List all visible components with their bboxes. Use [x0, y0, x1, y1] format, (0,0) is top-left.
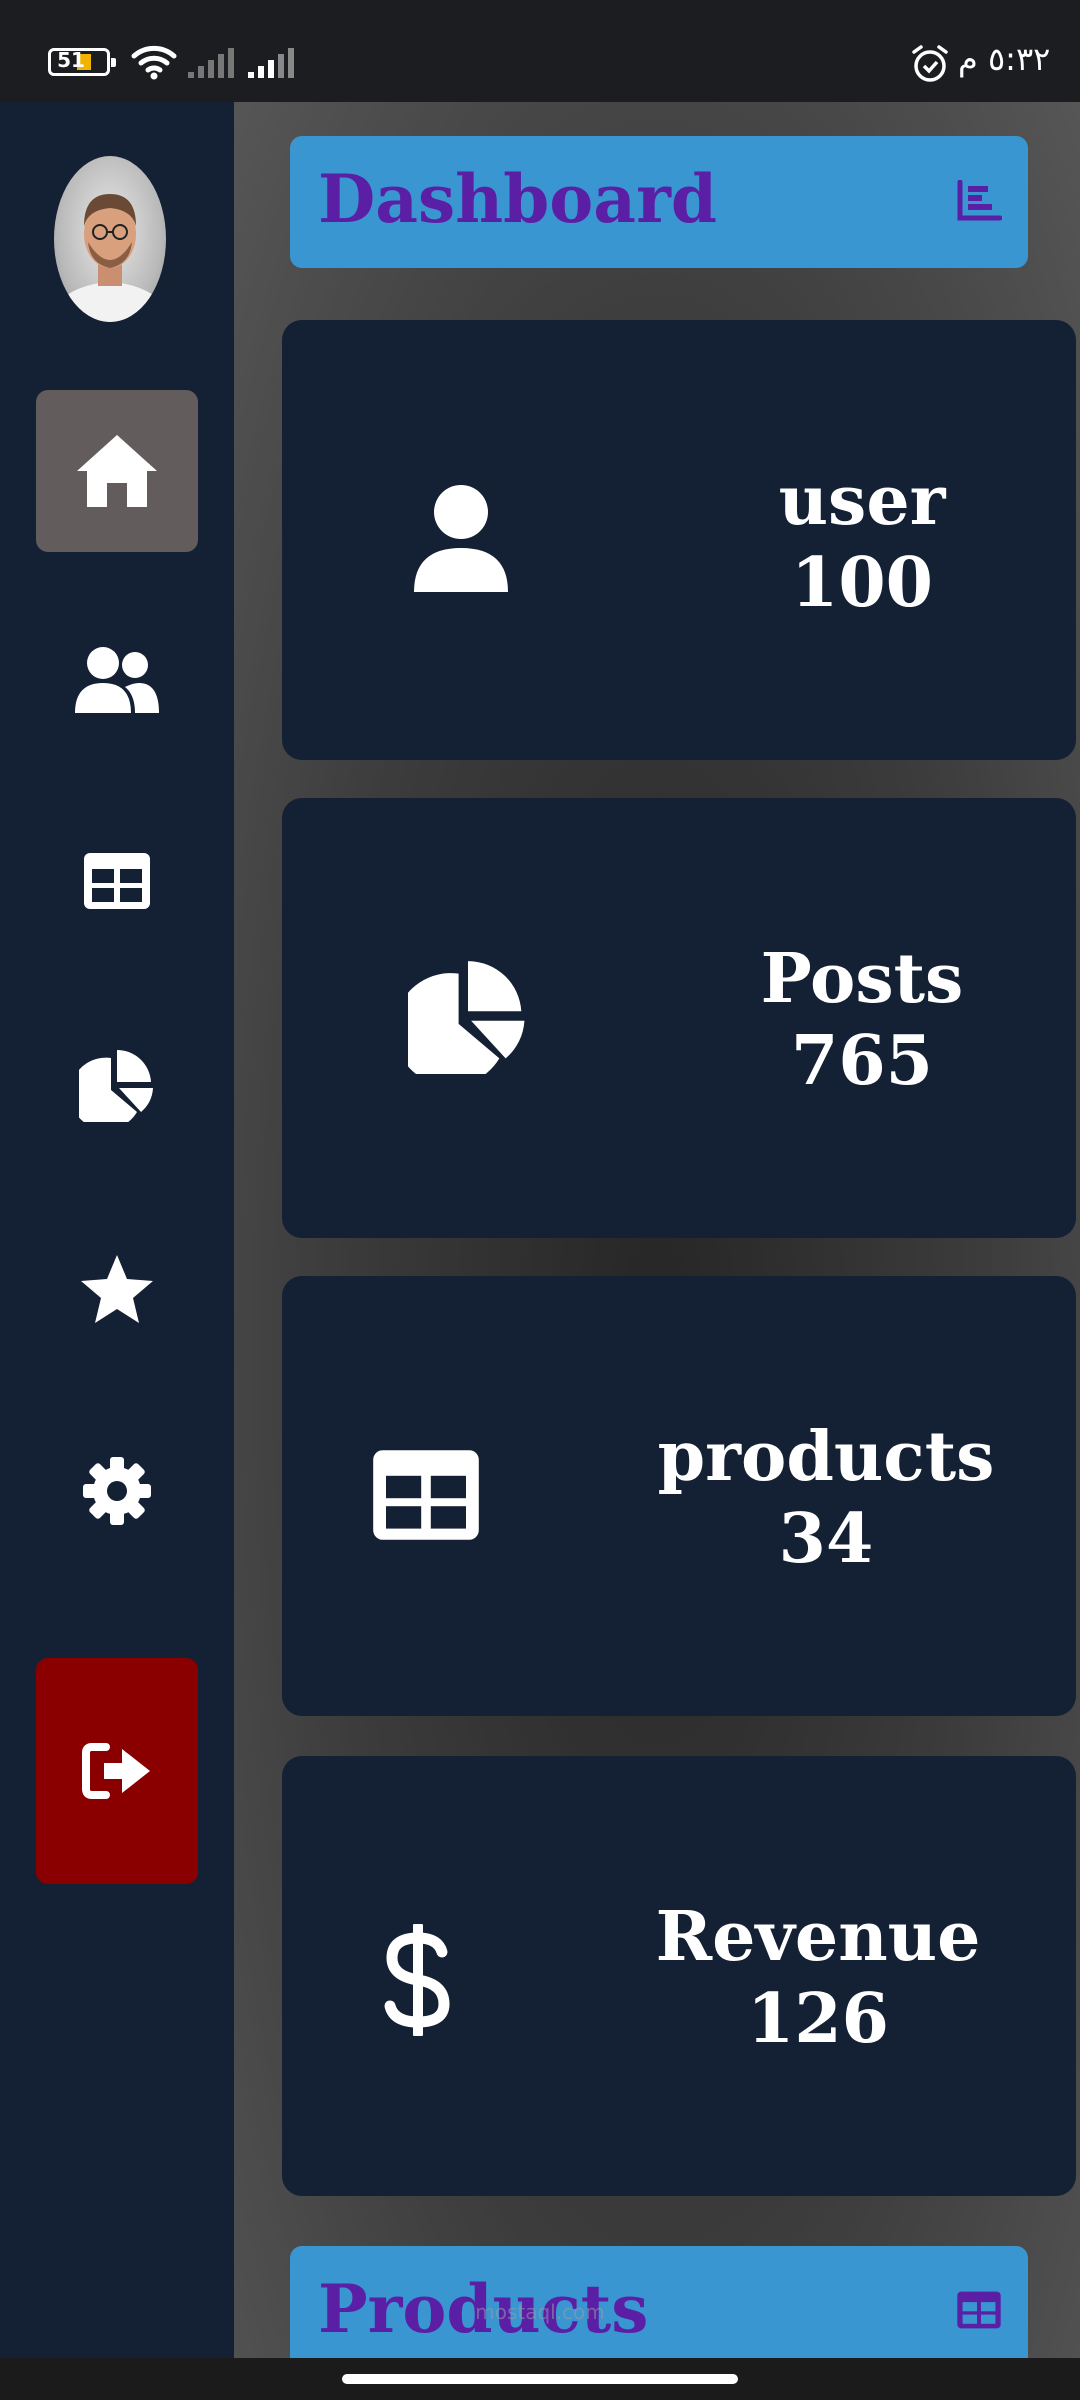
star-icon — [81, 1255, 153, 1323]
sidebar — [0, 102, 234, 2358]
users-icon — [75, 647, 159, 713]
pie-chart-icon — [79, 1050, 153, 1122]
stat-value: 765 — [791, 1021, 933, 1101]
stat-label: Posts — [760, 939, 964, 1019]
avatar-image — [54, 194, 166, 322]
stat-value: 126 — [747, 1979, 889, 2059]
stat-text: Revenue 126 — [638, 1896, 998, 2060]
home-indicator[interactable] — [342, 2374, 738, 2384]
stat-text: products 34 — [646, 1416, 1006, 1580]
stat-label: products — [657, 1417, 995, 1497]
logout-button[interactable] — [36, 1658, 198, 1884]
stat-value: 100 — [791, 543, 933, 623]
sidebar-item-charts[interactable] — [36, 1004, 198, 1166]
watermark: mostaql.com — [475, 2300, 605, 2324]
page-title: Dashboard — [318, 160, 717, 238]
navigation-bar — [0, 2358, 1080, 2400]
signal-icon — [188, 48, 234, 78]
battery-icon: 51 — [48, 48, 116, 76]
clock: ٥:٣٢ م — [958, 40, 1051, 78]
sidebar-item-table[interactable] — [36, 800, 198, 962]
alarm-icon — [912, 45, 948, 82]
home-icon — [77, 435, 157, 507]
user-icon — [414, 485, 508, 592]
stat-text: user 100 — [682, 460, 1042, 624]
sidebar-item-settings[interactable] — [36, 1410, 198, 1572]
table-icon[interactable] — [956, 2290, 1002, 2330]
signal-icon — [248, 48, 294, 78]
avatar[interactable] — [54, 156, 166, 322]
battery-level: 51 — [57, 48, 85, 72]
stat-label: user — [778, 461, 946, 541]
main-content: Dashboard user 100 Posts 765 products 34… — [234, 102, 1080, 2358]
logout-icon — [82, 1743, 150, 1799]
sidebar-item-favorites[interactable] — [36, 1208, 198, 1370]
stat-label: Revenue — [655, 1897, 981, 1977]
sidebar-item-home[interactable] — [36, 390, 198, 552]
stat-card-users[interactable]: user 100 — [282, 320, 1076, 760]
stat-text: Posts 765 — [682, 938, 1042, 1102]
stat-card-posts[interactable]: Posts 765 — [282, 798, 1076, 1238]
gear-icon — [83, 1457, 151, 1525]
status-bar: 51 ٥:٣٢ م — [0, 0, 1080, 102]
wifi-icon — [131, 45, 177, 80]
dollar-icon — [384, 1924, 450, 2036]
table-icon — [373, 1450, 479, 1540]
products-header: Products — [290, 2246, 1028, 2358]
stat-value: 34 — [778, 1499, 874, 1579]
pie-chart-icon — [408, 961, 525, 1074]
dashboard-header: Dashboard — [290, 136, 1028, 268]
stat-card-products[interactable]: products 34 — [282, 1276, 1076, 1716]
bar-chart-icon[interactable] — [956, 180, 1002, 222]
stat-card-revenue[interactable]: Revenue 126 — [282, 1756, 1076, 2196]
sidebar-item-users[interactable] — [36, 598, 198, 760]
table-icon — [84, 853, 150, 909]
